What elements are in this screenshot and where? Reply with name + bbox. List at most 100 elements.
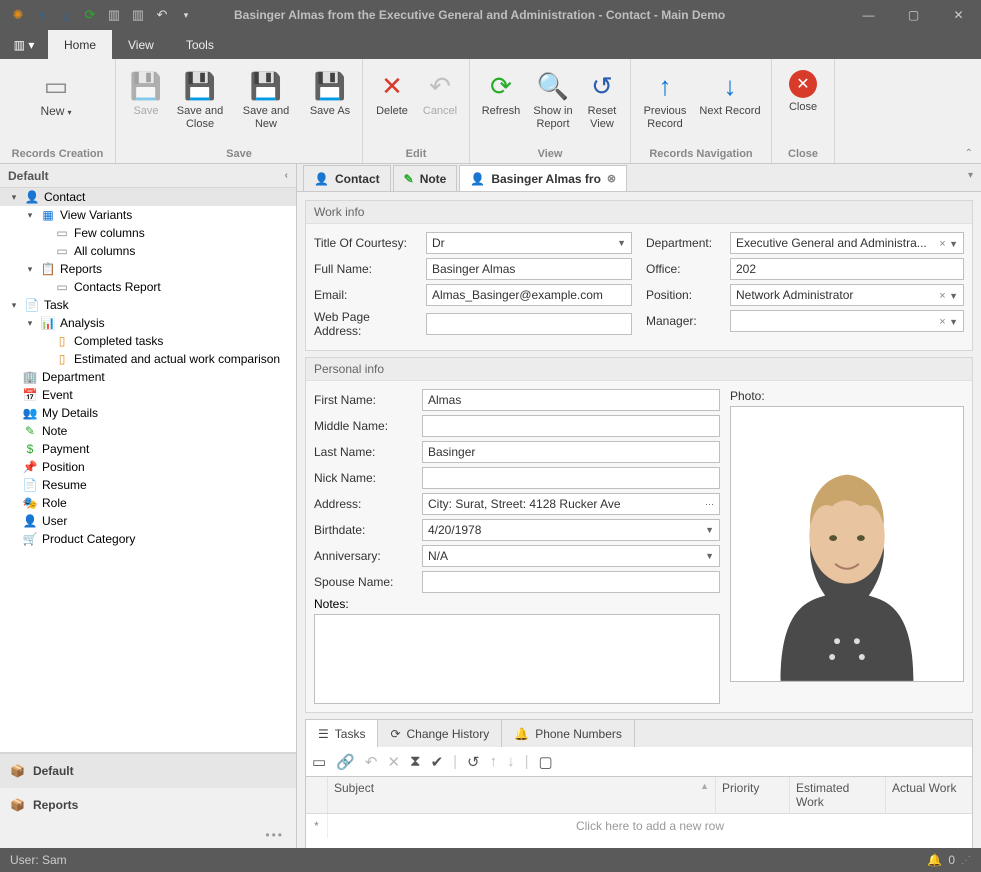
lastname-input[interactable]: Basinger [422,441,720,463]
qat-down-icon[interactable]: ↓ [58,7,74,23]
tree-completed[interactable]: Completed tasks [74,334,163,348]
tree-note[interactable]: Note [42,424,67,438]
tab-home[interactable]: Home [48,30,112,59]
department-select[interactable]: Executive General and Administra...× ▼ [730,232,964,254]
subtabs: ☰Tasks ⟳Change History 🔔Phone Numbers [305,719,973,747]
new-button[interactable]: ▭ New ▾ [6,63,106,141]
nickname-input[interactable] [422,467,720,489]
doctabs-more-icon[interactable]: ▾ [968,170,973,181]
tool-reset-icon[interactable]: ↺ [467,753,480,771]
tree-mydetails[interactable]: My Details [42,406,98,420]
subtab-phone[interactable]: 🔔Phone Numbers [502,720,635,747]
tree-reports[interactable]: Reports [60,262,102,276]
close-icon: ✕ [789,70,817,98]
tool-delete-icon[interactable]: ✕ [387,753,400,771]
spouse-input[interactable] [422,571,720,593]
tree-view-variants[interactable]: View Variants [60,208,132,222]
col-priority[interactable]: Priority [716,777,790,813]
tree-user[interactable]: User [42,514,67,528]
doctab-note[interactable]: ✎Note [393,165,458,191]
col-subject[interactable]: Subject [334,781,374,809]
qat-saveclose-icon[interactable]: ▥ [130,7,146,23]
middlename-input[interactable] [422,415,720,437]
tree-payment[interactable]: Payment [42,442,89,456]
resize-grip-icon[interactable]: ⋰ [961,855,971,866]
navgroup-default[interactable]: 📦Default [0,754,296,788]
doctab-close-icon[interactable]: ⊗ [607,172,616,185]
tree-analysis[interactable]: Analysis [60,316,105,330]
tool-up-icon[interactable]: ↑ [490,753,498,770]
title-courtesy-select[interactable]: Dr▼ [426,232,632,254]
tree-all-columns[interactable]: All columns [74,244,135,258]
subtab-history[interactable]: ⟳Change History [378,720,502,747]
doctab-contact[interactable]: 👤Contact [303,165,391,191]
col-estimated[interactable]: Estimated Work [790,777,886,813]
show-report-button[interactable]: 🔍Show in Report [528,63,578,141]
maximize-button[interactable]: ▢ [891,0,936,30]
cancel-button[interactable]: ↶Cancel [417,63,463,141]
address-input[interactable]: City: Surat, Street: 4128 Rucker Ave⋯ [422,493,720,515]
tab-view[interactable]: View [112,30,170,59]
tree-role[interactable]: Role [42,496,67,510]
tree-contacts-report[interactable]: Contacts Report [74,280,161,294]
tool-down-icon[interactable]: ↓ [507,753,515,770]
grid-new-row[interactable]: * Click here to add a new row [306,814,972,838]
nav-overflow[interactable]: ••• [0,822,296,848]
save-new-button[interactable]: 💾Save and New [230,63,302,141]
nav-tree[interactable]: ▾👤Contact ▾▦View Variants ▭Few columns ▭… [0,188,296,753]
navgroup-reports[interactable]: 📦Reports [0,788,296,822]
bell-icon[interactable]: 🔔 [927,853,942,867]
reset-view-button[interactable]: ↺Reset View [580,63,624,141]
photo-image[interactable] [730,406,964,682]
cancel-icon: ↶ [424,70,456,102]
tree-task[interactable]: Task [44,298,69,312]
tree-event[interactable]: Event [42,388,73,402]
office-input[interactable]: 202 [730,258,964,280]
next-record-button[interactable]: ↓Next Record [695,63,765,141]
prev-record-button[interactable]: ↑Previous Record [637,63,693,141]
qat-refresh-icon[interactable]: ⟳ [82,7,98,23]
ribbon-collapse-icon[interactable]: ⌃ [965,148,973,159]
refresh-button[interactable]: ⟳Refresh [476,63,526,141]
tool-filter-icon[interactable]: ⧗ [410,753,421,770]
qat-more-icon[interactable]: ▾ [178,7,194,23]
firstname-input[interactable]: Almas [422,389,720,411]
tool-undo-icon[interactable]: ↶ [365,753,378,771]
tree-resume[interactable]: Resume [42,478,87,492]
doctab-detail[interactable]: 👤Basinger Almas fro⊗ [459,165,627,191]
birthdate-input[interactable]: 4/20/1978▼ [422,519,720,541]
delete-button[interactable]: ✕Delete [369,63,415,141]
email-input[interactable]: Almas_Basinger@example.com [426,284,632,306]
save-button[interactable]: 💾Save [122,63,170,141]
qat-save-icon[interactable]: ▥ [106,7,122,23]
close-button[interactable]: ✕Close [778,63,828,141]
tasks-grid[interactable]: Subject▲ Priority Estimated Work Actual … [305,777,973,848]
anniversary-input[interactable]: N/A▼ [422,545,720,567]
close-window-button[interactable]: ✕ [936,0,981,30]
tab-tools[interactable]: Tools [170,30,230,59]
minimize-button[interactable]: ― [846,0,891,30]
tool-check-icon[interactable]: ✔ [431,753,444,771]
tree-est-actual[interactable]: Estimated and actual work comparison [74,352,280,366]
manager-select[interactable]: × ▼ [730,310,964,332]
fullname-input[interactable]: Basinger Almas [426,258,632,280]
subtab-tasks[interactable]: ☰Tasks [306,720,378,747]
save-as-button[interactable]: 💾Save As [304,63,356,141]
save-close-button[interactable]: 💾Save and Close [172,63,228,141]
position-select[interactable]: Network Administrator× ▼ [730,284,964,306]
file-menu-button[interactable]: ▥ ▾ [0,30,48,59]
tree-product-cat[interactable]: Product Category [42,532,135,546]
notes-textarea[interactable] [314,614,720,704]
tool-export-icon[interactable]: ▢ [539,753,553,771]
qat-undo-icon[interactable]: ↶ [154,7,170,23]
tool-new-icon[interactable]: ▭ [312,753,326,771]
nav-header[interactable]: Default‹ [0,164,296,188]
tool-link-icon[interactable]: 🔗 [336,753,355,771]
web-input[interactable] [426,313,632,335]
tree-contact[interactable]: Contact [44,190,85,204]
tree-few-columns[interactable]: Few columns [74,226,145,240]
tree-position[interactable]: Position [42,460,85,474]
qat-up-icon[interactable]: ↑ [34,7,50,23]
col-actual[interactable]: Actual Work [886,777,972,813]
tree-department[interactable]: Department [42,370,105,384]
